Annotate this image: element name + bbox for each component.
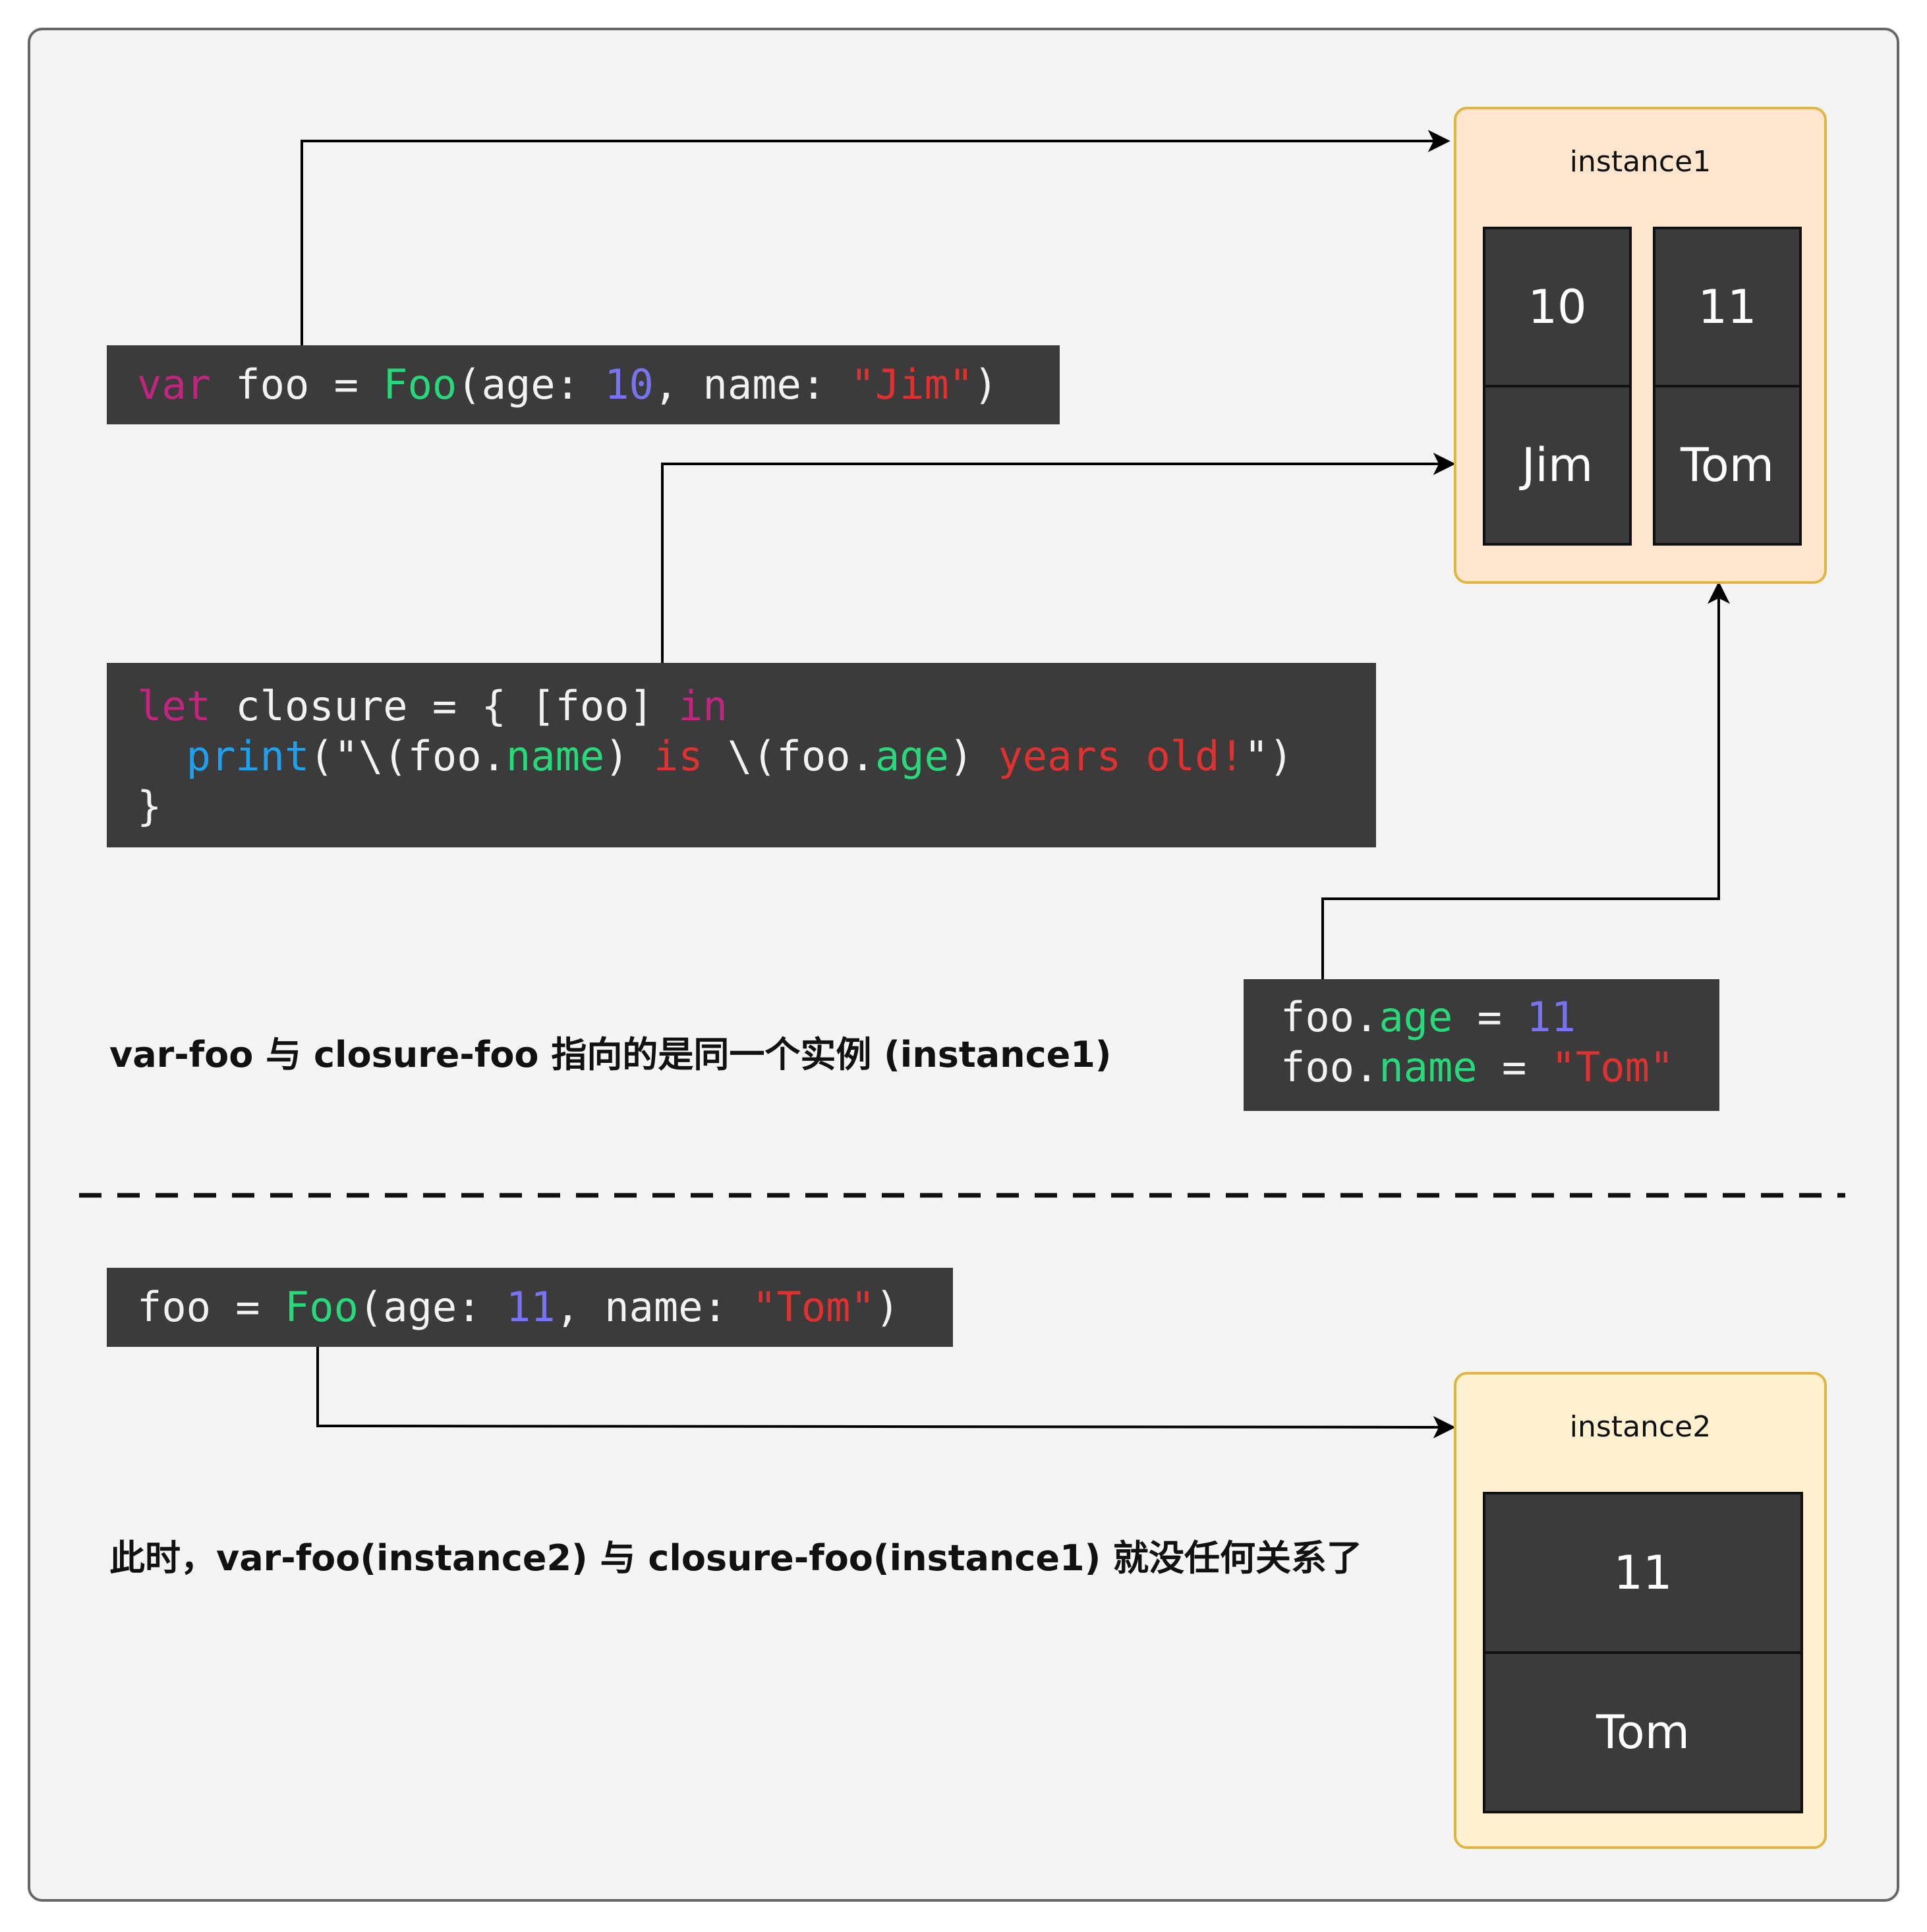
code-token: foo. [1280, 993, 1379, 1041]
code-token: is [653, 732, 703, 780]
code-token: (age: [358, 1283, 506, 1331]
code-token: 11 [1526, 993, 1576, 1041]
instance1-old-age: 10 [1483, 227, 1632, 387]
code-token: , name: [653, 360, 851, 409]
code-token: } [137, 782, 162, 830]
code-token: print [186, 732, 310, 780]
code-token: name [1379, 1043, 1478, 1091]
code-token: age [875, 732, 949, 780]
code-token: var [137, 360, 211, 409]
code-token: foo = [210, 360, 384, 409]
instance1-title: instance1 [1569, 145, 1711, 179]
code-token: Foo [383, 360, 457, 409]
instance2-title: instance2 [1569, 1410, 1711, 1444]
code-token: "Tom" [1551, 1043, 1675, 1091]
code-line: print("\(foo.name) is \(foo.age) years o… [137, 731, 1376, 781]
code-token: ) [604, 732, 654, 780]
instance2-box: instance2 11 Tom [1454, 1372, 1827, 1849]
code-reassign: foo = Foo(age: 11, name: "Tom") [107, 1268, 953, 1347]
code-token: let [137, 682, 211, 730]
code-token: years old! [998, 732, 1244, 780]
code-closure: let closure = { [foo] in print("\(foo.na… [107, 663, 1376, 847]
code-line: let closure = { [foo] in [137, 681, 1376, 731]
code-token: ) [973, 360, 998, 409]
code-var-foo: var foo = Foo(age: 10, name: "Jim") [107, 345, 1060, 424]
arrow-var-foo-to-instance1 [301, 130, 1451, 345]
code-token: foo. [1280, 1043, 1379, 1091]
arrow-reassigned-foo-to-instance2 [316, 1344, 1456, 1438]
code-token: = [1477, 1043, 1551, 1091]
instance2-name: Tom [1483, 1651, 1803, 1813]
code-token: ) [875, 1283, 900, 1331]
arrow-closure-foo-to-instance1 [661, 453, 1456, 680]
code-token: (age: [457, 360, 605, 409]
code-token: ) [948, 732, 998, 780]
code-token: in [678, 682, 728, 730]
code-line: foo.name = "Tom" [1280, 1042, 1719, 1093]
instance2-age: 11 [1483, 1492, 1803, 1654]
code-token: \(foo. [703, 732, 875, 780]
code-token: name [505, 732, 605, 780]
code-line: var foo = Foo(age: 10, name: "Jim") [137, 360, 1060, 410]
code-token: "Jim" [850, 360, 974, 409]
code-token: 10 [604, 360, 654, 409]
arrow-mutation-to-instance1 [1321, 581, 1730, 980]
code-line: } [137, 781, 1376, 832]
code-mutation: foo.age = 11 foo.name = "Tom" [1244, 979, 1719, 1111]
code-token: 11 [505, 1283, 556, 1331]
code-token: age [1379, 993, 1453, 1041]
code-token: ") [1244, 732, 1294, 780]
instance1-new-name: Tom [1653, 385, 1802, 546]
code-token: = [1452, 993, 1527, 1041]
instance1-box: instance1 10 Jim 11 Tom [1454, 107, 1827, 584]
code-token: closure = { [foo] [210, 682, 679, 730]
instance1-new-age: 11 [1653, 227, 1802, 387]
note-same-instance: var-foo 与 closure-foo 指向的是同一个实例 (instanc… [109, 1034, 1112, 1075]
code-line: foo = Foo(age: 11, name: "Tom") [137, 1282, 953, 1332]
code-token: ("\(foo. [309, 732, 506, 780]
code-line: foo.age = 11 [1280, 992, 1719, 1042]
code-token: foo = [137, 1283, 285, 1331]
code-token: Foo [284, 1283, 359, 1331]
code-token: , name: [555, 1283, 753, 1331]
instance1-old-name: Jim [1483, 385, 1632, 546]
note-no-relation: 此时，var-foo(instance2) 与 closure-foo(inst… [109, 1537, 1363, 1579]
code-token: "Tom" [752, 1283, 875, 1331]
